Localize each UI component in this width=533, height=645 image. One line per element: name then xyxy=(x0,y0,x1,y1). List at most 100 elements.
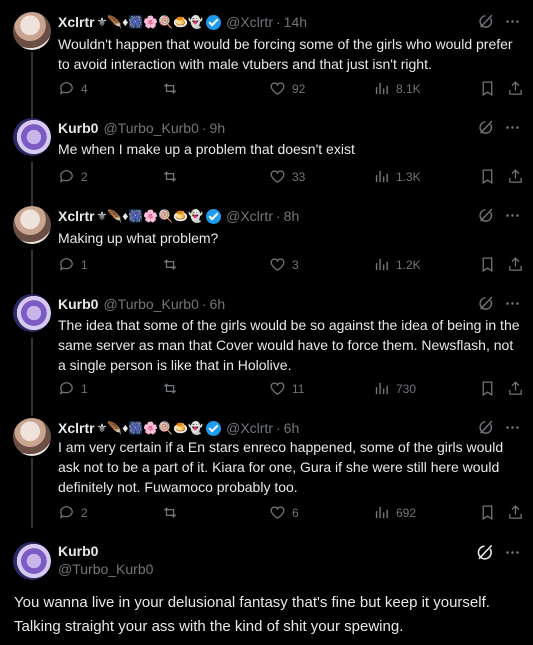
views-count: 692 xyxy=(396,505,417,520)
views-icon xyxy=(375,258,388,271)
reply-icon xyxy=(59,258,73,271)
author-handle[interactable]: @Xclrtr xyxy=(226,14,273,30)
author-handle[interactable]: @Xclrtr xyxy=(226,420,273,436)
tweet-text: Wouldn't happen that would be forcing so… xyxy=(58,36,513,72)
reply-icon xyxy=(59,506,73,519)
views-icon xyxy=(375,170,388,183)
retweet-button[interactable] xyxy=(161,168,185,185)
bookmark-button[interactable] xyxy=(479,504,496,521)
reply-count: 4 xyxy=(81,81,88,96)
views-button[interactable]: 1.2K xyxy=(373,256,421,273)
share-button[interactable] xyxy=(507,504,524,521)
bookmark-icon xyxy=(482,257,493,273)
like-count: 6 xyxy=(292,505,299,520)
thread-line xyxy=(31,458,33,528)
share-icon xyxy=(509,505,522,519)
author-handle[interactable]: @Turbo_Kurb0 xyxy=(58,560,153,578)
share-icon xyxy=(509,381,522,395)
avatar[interactable] xyxy=(13,294,51,332)
views-button[interactable]: 1.3K xyxy=(373,168,421,185)
tweet-text: You wanna live in your delusional fantas… xyxy=(14,594,490,635)
like-button[interactable]: 6 xyxy=(269,504,299,521)
reply-button[interactable]: 4 xyxy=(58,80,88,97)
bookmark-button[interactable] xyxy=(479,256,496,273)
more-icon[interactable] xyxy=(504,419,521,436)
tweet-header: Kurb0 @Turbo_Kurb0 · 9h xyxy=(58,118,225,138)
retweet-button[interactable] xyxy=(161,380,185,397)
like-button[interactable]: 11 xyxy=(269,380,304,397)
avatar[interactable] xyxy=(13,206,51,244)
avatar[interactable] xyxy=(13,542,51,580)
bookmark-button[interactable] xyxy=(479,80,496,97)
retweet-icon xyxy=(163,259,177,270)
author-name[interactable]: Kurb0 xyxy=(58,120,98,136)
separator-dot: · xyxy=(201,120,207,136)
retweet-button[interactable] xyxy=(161,504,185,521)
name-emojis: ⚜🪶♦🎆🌸🍭🍮👻 xyxy=(96,421,204,435)
thread-line xyxy=(31,162,33,208)
share-icon xyxy=(509,169,522,183)
bookmark-icon xyxy=(482,81,493,97)
share-button[interactable] xyxy=(507,80,524,97)
author-name[interactable]: Kurb0 xyxy=(58,296,98,312)
timestamp[interactable]: 9h xyxy=(210,120,226,136)
more-icon[interactable] xyxy=(504,207,521,224)
more-icon[interactable] xyxy=(504,295,521,312)
retweet-button[interactable] xyxy=(161,80,185,97)
grok-icon[interactable] xyxy=(477,119,494,136)
like-button[interactable]: 92 xyxy=(269,80,305,97)
more-icon[interactable] xyxy=(504,13,521,30)
heart-icon xyxy=(270,506,285,519)
author-name[interactable]: Xclrtr xyxy=(58,208,95,224)
verified-badge-icon xyxy=(206,420,222,436)
timestamp[interactable]: 14h xyxy=(284,14,307,30)
reply-button[interactable]: 1 xyxy=(58,256,88,273)
views-button[interactable]: 8.1K xyxy=(373,80,421,97)
grok-icon[interactable] xyxy=(475,543,494,562)
reply-button[interactable]: 2 xyxy=(58,168,88,185)
separator-dot: · xyxy=(201,296,207,312)
reply-button[interactable]: 2 xyxy=(58,504,88,521)
tweet-header: Kurb0 @Turbo_Kurb0 · 6h xyxy=(58,294,225,314)
tweet-text: Me when I make up a problem that doesn't… xyxy=(58,141,355,157)
retweet-button[interactable] xyxy=(161,256,185,273)
grok-icon[interactable] xyxy=(477,13,494,30)
more-icon[interactable] xyxy=(504,119,521,136)
grok-icon[interactable] xyxy=(477,419,494,436)
reply-icon xyxy=(59,382,73,395)
verified-badge-icon xyxy=(206,14,222,30)
author-name[interactable]: Xclrtr xyxy=(58,420,95,436)
author-name[interactable]: Kurb0 xyxy=(58,542,153,560)
separator-dot: · xyxy=(275,14,281,30)
share-button[interactable] xyxy=(507,380,524,397)
heart-icon xyxy=(270,82,285,95)
action-bar: 4 92 8.1K xyxy=(58,80,522,100)
share-button[interactable] xyxy=(507,256,524,273)
author-name[interactable]: Xclrtr xyxy=(58,14,95,30)
like-button[interactable]: 33 xyxy=(269,168,305,185)
avatar[interactable] xyxy=(13,118,51,156)
more-icon[interactable] xyxy=(504,544,521,561)
action-bar: 1 11 730 xyxy=(58,380,522,400)
share-icon xyxy=(509,257,522,271)
separator-dot: · xyxy=(275,208,281,224)
avatar[interactable] xyxy=(13,418,51,456)
views-button[interactable]: 730 xyxy=(373,380,416,397)
thread-line xyxy=(31,52,33,120)
grok-icon[interactable] xyxy=(477,207,494,224)
author-handle[interactable]: @Turbo_Kurb0 xyxy=(103,120,198,136)
tweet-header: Xclrtr ⚜🪶♦🎆🌸🍭🍮👻 @Xclrtr · 14h xyxy=(58,12,307,32)
author-handle[interactable]: @Xclrtr xyxy=(226,208,273,224)
author-handle[interactable]: @Turbo_Kurb0 xyxy=(103,296,198,312)
bookmark-button[interactable] xyxy=(479,168,496,185)
timestamp[interactable]: 6h xyxy=(284,420,300,436)
reply-button[interactable]: 1 xyxy=(58,380,88,397)
like-button[interactable]: 3 xyxy=(269,256,299,273)
bookmark-button[interactable] xyxy=(479,380,496,397)
avatar[interactable] xyxy=(13,12,51,50)
views-button[interactable]: 692 xyxy=(373,504,416,521)
share-button[interactable] xyxy=(507,168,524,185)
grok-icon[interactable] xyxy=(477,295,494,312)
timestamp[interactable]: 6h xyxy=(210,296,226,312)
timestamp[interactable]: 8h xyxy=(284,208,300,224)
